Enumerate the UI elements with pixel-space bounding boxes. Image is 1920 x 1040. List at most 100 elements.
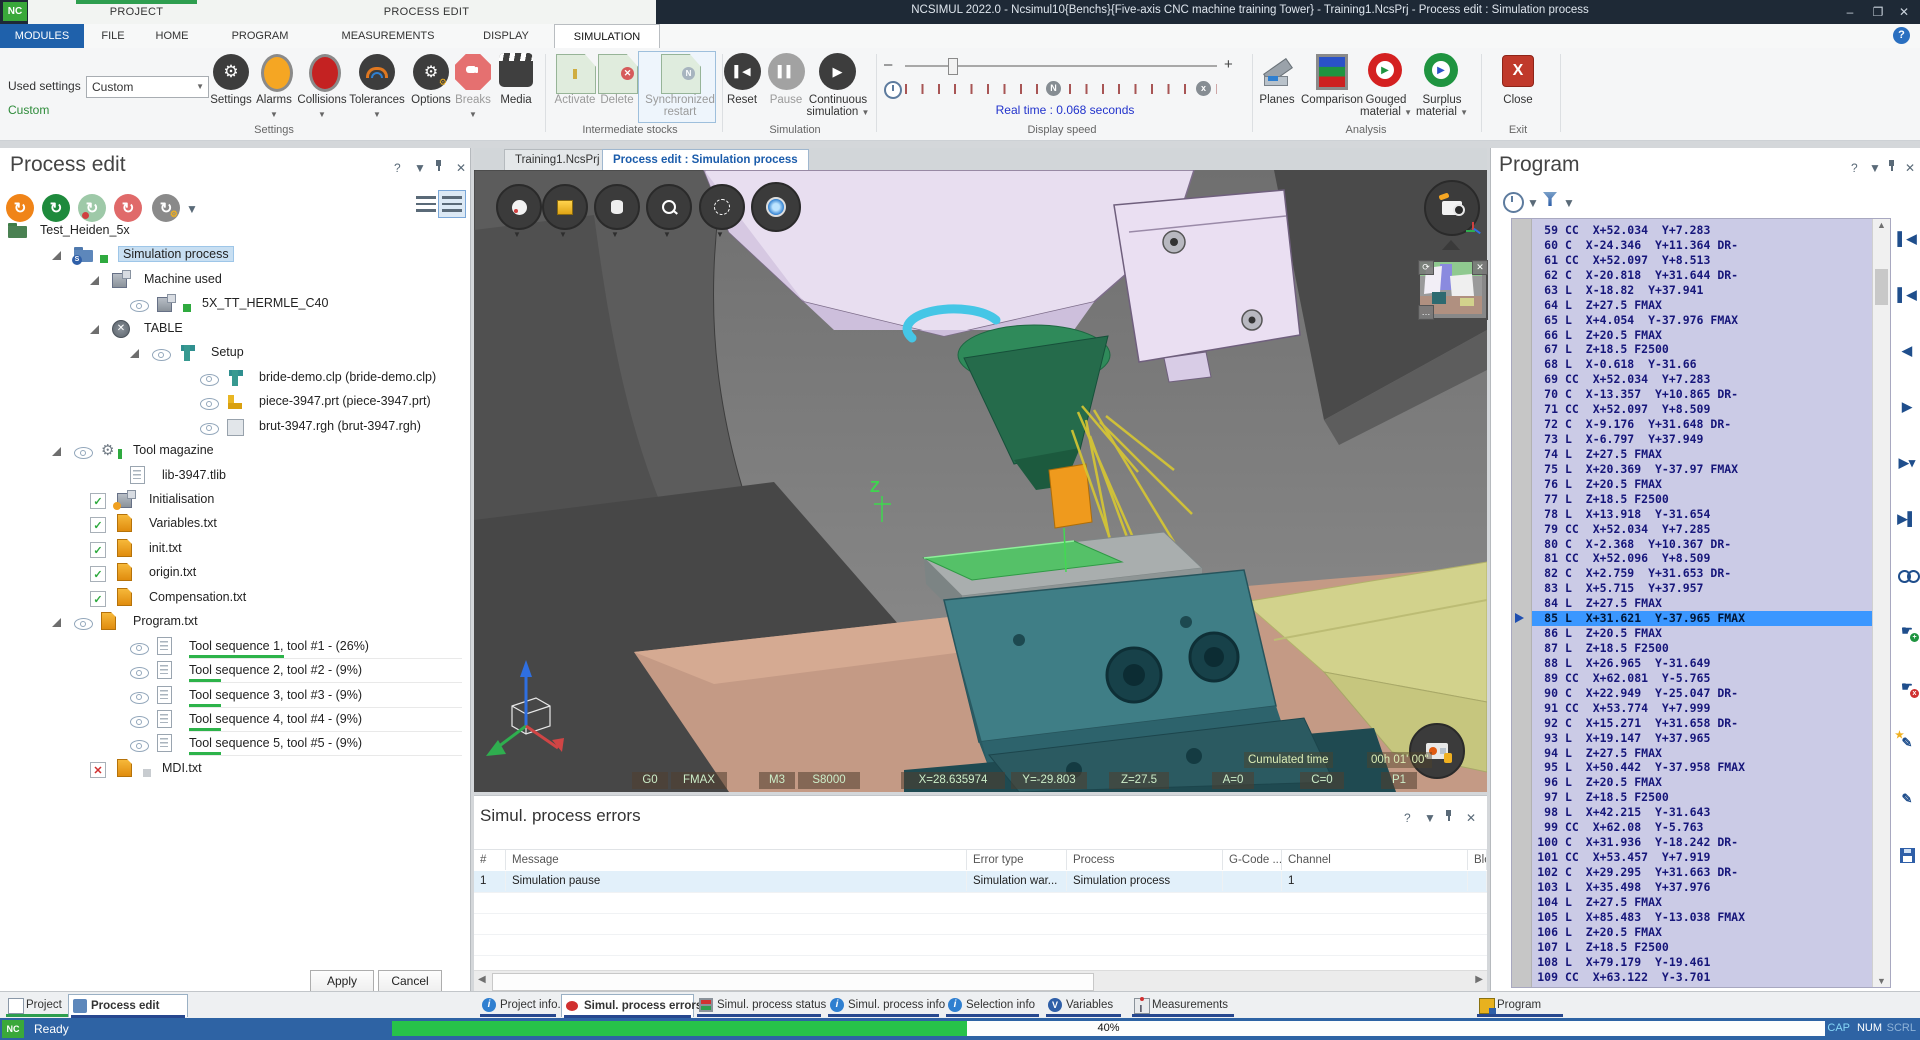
- gcode-line[interactable]: 96L Z+20.5 FMAX: [1532, 775, 1873, 790]
- expander-icon[interactable]: [52, 447, 61, 456]
- skip-end-icon[interactable]: ▶▌: [1895, 508, 1919, 530]
- visibility-eye-icon[interactable]: [200, 374, 219, 386]
- bottom-tab-simul-process-status[interactable]: Simul. process status: [695, 994, 823, 1016]
- visibility-eye-icon[interactable]: [74, 618, 93, 630]
- gcode-line[interactable]: 99CC X+62.08 Y-5.763: [1532, 820, 1873, 835]
- collisions-button[interactable]: [309, 54, 341, 92]
- gcode-line[interactable]: 98L X+42.215 Y-31.643: [1532, 805, 1873, 820]
- alarms-caret-icon[interactable]: ▼: [270, 110, 278, 119]
- gcode-line[interactable]: 75L X+20.369 Y-37.97 FMAX: [1532, 462, 1873, 477]
- zoom-tool-button[interactable]: [646, 184, 692, 230]
- column-header-[interactable]: #: [474, 850, 506, 870]
- errors-close-icon[interactable]: ✕: [1466, 811, 1476, 825]
- gcode-line[interactable]: 90C X+22.949 Y-25.047 DR-: [1532, 686, 1873, 701]
- gcode-scrollbar[interactable]: ▲ ▼: [1872, 219, 1890, 987]
- gcode-line[interactable]: 72C X-9.176 Y+31.648 DR-: [1532, 417, 1873, 432]
- solid-view-caret-icon[interactable]: ▼: [559, 230, 567, 239]
- column-header-message[interactable]: Message: [506, 850, 967, 870]
- tree-item[interactable]: Tool sequence 5, tool #5 - (9%): [0, 732, 470, 756]
- bottom-tab-simul-process-info[interactable]: iSimul. process info: [826, 994, 941, 1016]
- zoom-tool-caret-icon[interactable]: ▼: [663, 230, 671, 239]
- reload-caret-icon[interactable]: ▼: [186, 202, 198, 216]
- gcode-line[interactable]: 87L Z+18.5 F2500: [1532, 641, 1873, 656]
- minimize-button[interactable]: –: [1838, 3, 1862, 21]
- column-header-channel[interactable]: Channel: [1282, 850, 1468, 870]
- bottom-tab-measurements[interactable]: Measurements: [1130, 994, 1236, 1016]
- tab-modules[interactable]: MODULES: [0, 24, 84, 48]
- gcode-line[interactable]: 74L Z+27.5 FMAX: [1532, 447, 1873, 462]
- time-mode-icon[interactable]: [1503, 192, 1524, 213]
- tree-item[interactable]: Variables.txt: [0, 512, 470, 536]
- bottom-tab-project-info-[interactable]: iProject info.: [478, 994, 558, 1016]
- camera-capture-button[interactable]: [1424, 180, 1480, 236]
- skip-start-filter-icon[interactable]: ▌◀: [1895, 284, 1919, 306]
- errors-collapse-icon[interactable]: ▼: [1424, 811, 1436, 825]
- program-collapse-icon[interactable]: ▼: [1869, 161, 1881, 175]
- reload-red-button[interactable]: ↻: [114, 194, 142, 222]
- activate-stock-button[interactable]: [556, 54, 596, 94]
- checkbox-checked-icon[interactable]: [90, 566, 106, 582]
- filter-caret-icon[interactable]: ▼: [1563, 196, 1575, 210]
- view-orientation-button[interactable]: [751, 182, 801, 232]
- pause-button[interactable]: ▌▌: [768, 53, 805, 90]
- synchronized-restart-button[interactable]: N: [661, 54, 701, 94]
- column-header-gcode[interactable]: G-Code ...: [1223, 850, 1282, 870]
- tree-item[interactable]: Initialisation: [0, 488, 470, 512]
- minimap-refresh-icon[interactable]: ⟳: [1418, 260, 1434, 275]
- comparison-button[interactable]: [1316, 54, 1348, 90]
- bottom-tab-selection-info[interactable]: iSelection info: [944, 994, 1041, 1016]
- gcode-line[interactable]: 93L X+19.147 Y+37.965: [1532, 731, 1873, 746]
- render-mode-caret-icon[interactable]: ▼: [513, 230, 521, 239]
- gcode-line[interactable]: 79CC X+52.034 Y+7.285: [1532, 522, 1873, 537]
- tree-item[interactable]: Setup: [0, 341, 470, 365]
- reset-button[interactable]: ▌◀: [724, 53, 761, 90]
- scroll-left-icon[interactable]: ◀: [478, 974, 486, 985]
- gcode-line[interactable]: 71CC X+52.097 Y+8.509: [1532, 402, 1873, 417]
- selection-caret-icon[interactable]: ▼: [716, 230, 724, 239]
- gcode-line[interactable]: 92C X+15.271 Y+31.658 DR-: [1532, 716, 1873, 731]
- visibility-eye-icon[interactable]: [130, 667, 149, 679]
- doc-tab-training[interactable]: Training1.NcsPrj: [504, 149, 611, 172]
- remove-selection-hand-icon[interactable]: ☛x: [1895, 676, 1919, 698]
- close-window-button[interactable]: ✕: [1892, 3, 1916, 21]
- gcode-line[interactable]: 103L X+35.498 Y+37.976: [1532, 880, 1873, 895]
- gouged-material-button[interactable]: ▶: [1368, 53, 1402, 87]
- expander-icon[interactable]: [52, 251, 61, 260]
- panel-pin-icon[interactable]: [434, 160, 443, 175]
- tree-item[interactable]: lib-3947.tlib: [0, 464, 470, 488]
- column-header-bloc[interactable]: Bloc: [1468, 850, 1487, 870]
- tree-item[interactable]: origin.txt: [0, 561, 470, 585]
- list-view-button[interactable]: [412, 190, 440, 218]
- gcode-line[interactable]: 80C X-2.368 Y+10.367 DR-: [1532, 537, 1873, 552]
- minimap-thumbnail[interactable]: ⟳ ✕ …: [1418, 260, 1488, 320]
- column-header-process[interactable]: Process: [1067, 850, 1223, 870]
- visibility-eye-icon[interactable]: [74, 447, 93, 459]
- gcode-line[interactable]: 85L X+31.621 Y-37.965 FMAX: [1532, 611, 1873, 626]
- bottom-tab-process-edit[interactable]: Process edit: [68, 994, 188, 1017]
- tree-item[interactable]: ✕TABLE: [0, 317, 470, 341]
- gcode-line[interactable]: 95L X+50.442 Y-37.958 FMAX: [1532, 760, 1873, 775]
- edit-favorite-icon[interactable]: ✎★: [1895, 732, 1919, 754]
- column-header-errortype[interactable]: Error type: [967, 850, 1067, 870]
- doc-tab-process-edit[interactable]: Process edit : Simulation process: [602, 149, 809, 172]
- tree-item[interactable]: SSimulation process: [0, 243, 470, 267]
- panel-collapse-icon[interactable]: ▼: [414, 161, 426, 175]
- gcode-line[interactable]: 61CC X+52.097 Y+8.513: [1532, 253, 1873, 268]
- filter-icon[interactable]: [1543, 192, 1557, 206]
- gcode-line[interactable]: 91CC X+53.774 Y+7.999: [1532, 701, 1873, 716]
- used-settings-dropdown[interactable]: Custom▼: [86, 76, 209, 98]
- reload-green-button[interactable]: ↻: [42, 194, 70, 222]
- program-close-icon[interactable]: ✕: [1905, 161, 1915, 175]
- tree-item[interactable]: Program.txt: [0, 610, 470, 634]
- bottom-tab-program[interactable]: Program: [1475, 994, 1565, 1016]
- gcode-line[interactable]: 60C X-24.346 Y+11.364 DR-: [1532, 238, 1873, 253]
- binoculars-icon[interactable]: [1895, 564, 1919, 586]
- checkbox-excluded-icon[interactable]: [90, 762, 106, 778]
- stock-view-button[interactable]: [594, 184, 640, 230]
- gcode-line[interactable]: 86L Z+20.5 FMAX: [1532, 626, 1873, 641]
- gcode-line[interactable]: 62C X-20.818 Y+31.644 DR-: [1532, 268, 1873, 283]
- errors-h-scrollbar[interactable]: ◀ ▶: [474, 970, 1487, 992]
- selection-tool-button[interactable]: [699, 184, 745, 230]
- gcode-line[interactable]: 109CC X+63.122 Y-3.701: [1532, 970, 1873, 985]
- panel-close-icon[interactable]: ✕: [456, 161, 466, 175]
